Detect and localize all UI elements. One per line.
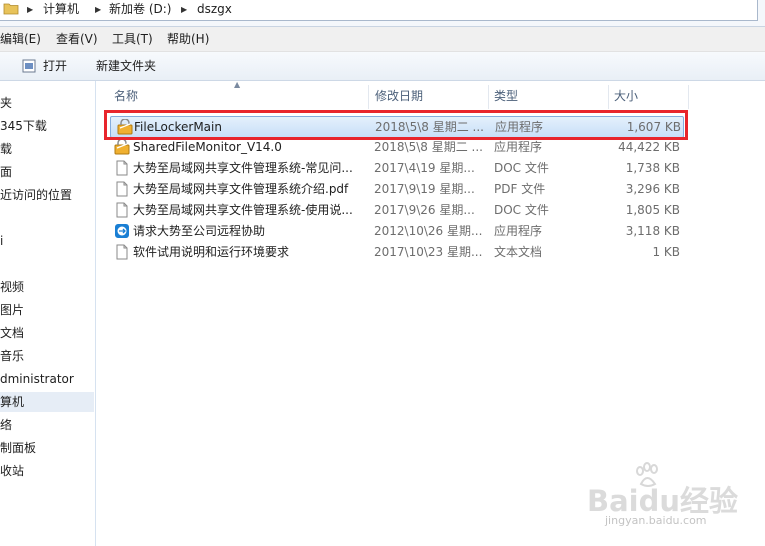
- file-type: DOC 文件: [494, 161, 549, 175]
- file-name: 软件试用说明和运行环境要求: [133, 245, 290, 259]
- menu-edit[interactable]: 编辑(E): [0, 27, 41, 51]
- file-name: FileLockerMain: [134, 120, 222, 134]
- open-icon: [22, 59, 36, 73]
- breadcrumb-separator-icon[interactable]: ▶: [27, 1, 33, 18]
- column-divider[interactable]: [368, 85, 369, 109]
- breadcrumb-separator-icon[interactable]: ▶: [95, 1, 101, 18]
- file-name: 大势至局域网共享文件管理系统-常见问...: [133, 161, 353, 175]
- file-size: 44,422 KB: [618, 140, 680, 154]
- remote-assist-icon: [115, 224, 129, 238]
- column-header-type[interactable]: 类型: [494, 85, 518, 107]
- file-type: 文本文档: [494, 245, 543, 259]
- navigation-pane[interactable]: 夹 345下载 载 面 近访问的位置 i 视频 图片 文档 音乐 dminist…: [0, 81, 96, 546]
- address-field[interactable]: ▶ 计算机 ▶ 新加卷 (D:) ▶ dszgx: [0, 0, 758, 21]
- address-bar: ▶ 计算机 ▶ 新加卷 (D:) ▶ dszgx: [0, 0, 765, 27]
- file-size: 1,607 KB: [626, 120, 681, 134]
- watermark-url: jingyan.baidu.com: [605, 514, 707, 527]
- file-row-trial-txt[interactable]: 软件试用说明和运行环境要求 2017\10\23 星期... 文本文档 1 KB: [108, 242, 686, 262]
- file-row-filelockermain[interactable]: FileLockerMain 2018\5\8 星期二 ... 应用程序 1,6…: [110, 116, 684, 138]
- file-type: PDF 文件: [494, 182, 546, 196]
- nav-item-administrator[interactable]: dministrator: [0, 369, 74, 389]
- file-name: 大势至局域网共享文件管理系统介绍.pdf: [133, 182, 349, 196]
- nav-item-network[interactable]: 络: [0, 415, 12, 435]
- new-folder-button[interactable]: 新建文件夹: [96, 52, 156, 80]
- column-divider[interactable]: [688, 85, 689, 109]
- column-header-date[interactable]: 修改日期: [375, 85, 423, 107]
- document-icon: [116, 244, 128, 260]
- nav-item-downloads[interactable]: 载: [0, 139, 12, 159]
- document-icon: [116, 181, 128, 197]
- nav-item-libraries[interactable]: i: [0, 231, 3, 251]
- nav-item-control-panel[interactable]: 制面板: [0, 438, 36, 458]
- open-label: 打开: [43, 59, 68, 73]
- menu-view[interactable]: 查看(V): [56, 27, 98, 51]
- file-date: 2017\10\23 星期...: [374, 245, 483, 259]
- open-button[interactable]: 打开: [22, 52, 72, 80]
- filelocker-app-icon: [117, 119, 133, 135]
- file-date: 2018\5\8 星期二 ...: [375, 120, 484, 134]
- nav-item-videos[interactable]: 视频: [0, 277, 24, 297]
- file-size: 1,738 KB: [625, 161, 680, 175]
- sort-ascending-icon: ▲: [234, 80, 241, 89]
- file-size: 3,296 KB: [625, 182, 680, 196]
- file-row-manual-doc[interactable]: 大势至局域网共享文件管理系统-使用说... 2017\9\26 星期... DO…: [108, 200, 686, 220]
- nav-item-recycle-bin[interactable]: 收站: [0, 461, 24, 481]
- menu-tools[interactable]: 工具(T): [112, 27, 153, 51]
- breadcrumb-separator-icon[interactable]: ▶: [181, 1, 187, 18]
- menu-bar: 编辑(E) 查看(V) 工具(T) 帮助(H): [0, 27, 765, 52]
- file-size: 1,805 KB: [625, 203, 680, 217]
- column-header-size[interactable]: 大小: [614, 85, 638, 107]
- file-size: 1 KB: [652, 245, 680, 259]
- file-date: 2017\9\26 星期...: [374, 203, 475, 217]
- file-type: 应用程序: [495, 120, 544, 134]
- baidu-jingyan-watermark: Baidu经验 jingyan.baidu.com: [583, 462, 759, 532]
- nav-item-recent-places[interactable]: 近访问的位置: [0, 185, 72, 205]
- file-name: 大势至局域网共享文件管理系统-使用说...: [133, 203, 353, 217]
- file-type: 应用程序: [494, 224, 543, 238]
- file-name: 请求大势至公司远程协助: [133, 224, 266, 238]
- nav-item-computer[interactable]: 算机: [0, 392, 94, 412]
- column-header-name[interactable]: 名称: [114, 85, 138, 107]
- file-row-faq-doc[interactable]: 大势至局域网共享文件管理系统-常见问... 2017\4\19 星期... DO…: [108, 158, 686, 178]
- nav-item-favorites[interactable]: 夹: [0, 93, 12, 113]
- menu-help[interactable]: 帮助(H): [167, 27, 209, 51]
- file-date: 2012\10\26 星期...: [374, 224, 483, 238]
- file-row-sharedfilemonitor[interactable]: SharedFileMonitor_V14.0 2018\5\8 星期二 ...…: [108, 137, 686, 157]
- nav-item-pictures[interactable]: 图片: [0, 300, 24, 320]
- file-type: 应用程序: [494, 140, 543, 154]
- file-date: 2018\5\8 星期二 ...: [374, 140, 483, 154]
- folder-icon: [3, 3, 19, 15]
- filelocker-app-icon: [114, 139, 130, 155]
- file-date: 2017\4\19 星期...: [374, 161, 475, 175]
- document-icon: [116, 160, 128, 176]
- toolbar: 打开 新建文件夹: [0, 52, 765, 81]
- document-icon: [116, 202, 128, 218]
- column-divider[interactable]: [488, 85, 489, 109]
- nav-item-downloads-2345[interactable]: 345下载: [0, 116, 47, 136]
- file-size: 3,118 KB: [625, 224, 680, 238]
- nav-item-documents[interactable]: 文档: [0, 323, 24, 343]
- nav-item-music[interactable]: 音乐: [0, 346, 24, 366]
- file-row-remote-assist[interactable]: 请求大势至公司远程协助 2012\10\26 星期... 应用程序 3,118 …: [108, 221, 686, 241]
- breadcrumb-folder[interactable]: dszgx: [197, 1, 232, 18]
- nav-item-desktop[interactable]: 面: [0, 162, 12, 182]
- file-date: 2017\9\19 星期...: [374, 182, 475, 196]
- column-divider[interactable]: [608, 85, 609, 109]
- breadcrumb-computer[interactable]: 计算机: [43, 1, 79, 18]
- file-row-intro-pdf[interactable]: 大势至局域网共享文件管理系统介绍.pdf 2017\9\19 星期... PDF…: [108, 179, 686, 199]
- file-type: DOC 文件: [494, 203, 549, 217]
- breadcrumb-drive[interactable]: 新加卷 (D:): [109, 1, 171, 18]
- file-name: SharedFileMonitor_V14.0: [133, 140, 282, 154]
